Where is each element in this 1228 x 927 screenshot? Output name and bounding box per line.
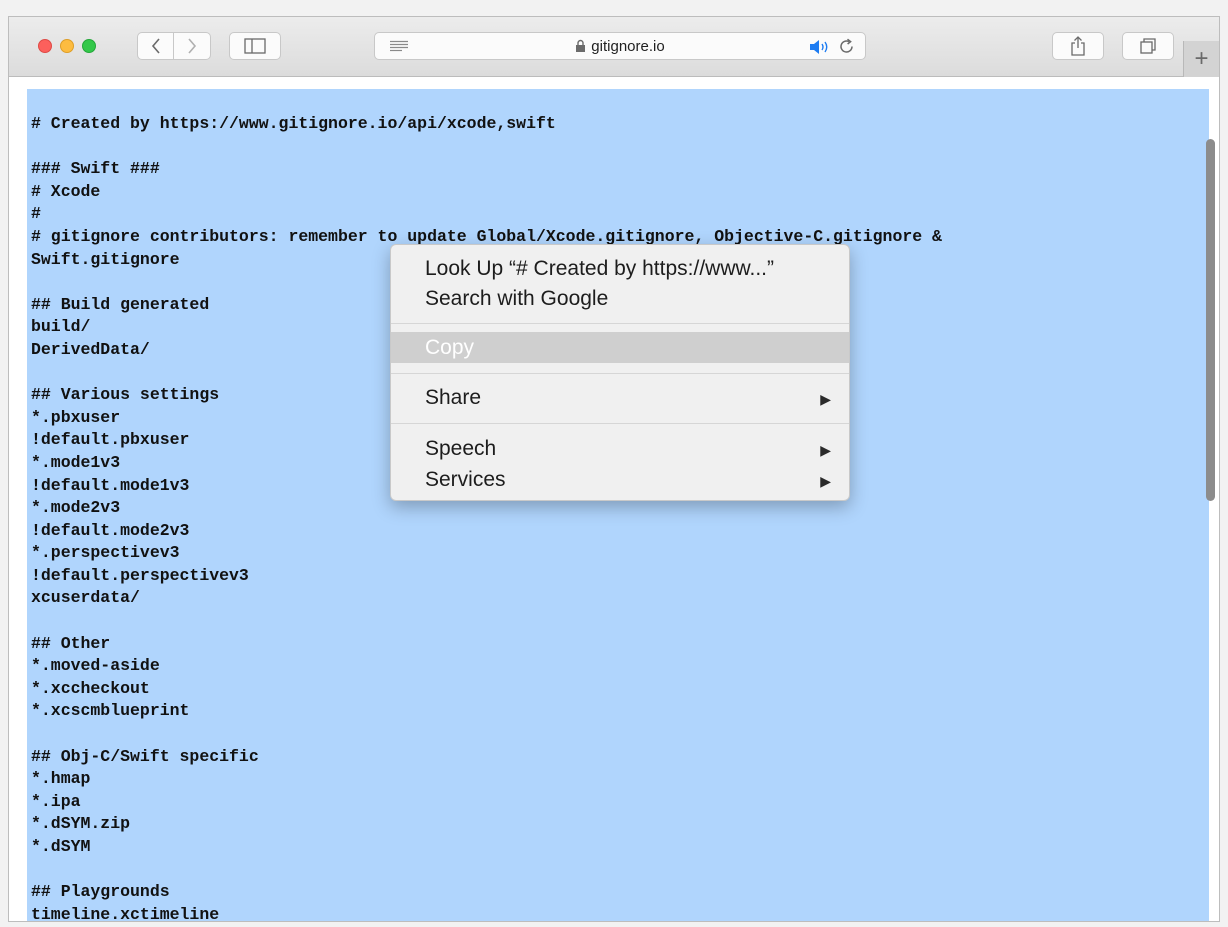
code-line: *.mode1v3	[31, 452, 121, 472]
code-line: Swift.gitignore	[31, 249, 180, 269]
address-bar[interactable]: gitignore.io	[374, 32, 866, 60]
code-line: *.pbxuser	[31, 407, 121, 427]
menu-item-search-label: Search with Google	[425, 287, 609, 310]
sidebar-icon	[244, 38, 266, 54]
menu-item-copy-label: Copy	[425, 336, 475, 359]
menu-separator	[391, 373, 849, 374]
code-line: ## Build generated	[31, 294, 210, 314]
code-line: !default.mode2v3	[31, 520, 190, 540]
zoom-window-button[interactable]	[82, 39, 96, 53]
code-line: *.xccheckout	[31, 678, 150, 698]
menu-item-share[interactable]: Share ▶	[391, 382, 849, 413]
lock-icon	[576, 39, 586, 52]
history-nav	[137, 32, 211, 60]
code-line: *.xcscmblueprint	[31, 701, 190, 721]
code-line: ## Obj-C/Swift specific	[31, 746, 259, 766]
address-domain: gitignore.io	[591, 38, 665, 55]
vertical-scrollbar[interactable]	[1206, 139, 1215, 501]
gitignore-text[interactable]: # Created by https://www.gitignore.io/ap…	[31, 113, 942, 922]
code-line: *.hmap	[31, 769, 91, 789]
code-line: *.moved-aside	[31, 656, 160, 676]
context-menu: Look Up “# Created by https://www...” Se…	[390, 244, 850, 501]
code-line: !default.mode1v3	[31, 475, 190, 495]
forward-button[interactable]	[174, 32, 211, 60]
reload-icon[interactable]	[838, 38, 855, 55]
minimize-window-button[interactable]	[60, 39, 74, 53]
menu-item-share-label: Share	[425, 386, 482, 409]
code-line: ## Various settings	[31, 385, 220, 405]
code-line: # Xcode	[31, 181, 101, 201]
submenu-arrow-icon: ▶	[820, 473, 831, 489]
code-line: build/	[31, 317, 91, 337]
menu-separator	[391, 423, 849, 424]
show-tabs-button[interactable]	[1122, 32, 1174, 60]
code-line: DerivedData/	[31, 339, 150, 359]
code-line: *.mode2v3	[31, 498, 121, 518]
share-icon	[1071, 36, 1085, 56]
code-line: !default.pbxuser	[31, 430, 190, 450]
menu-item-copy[interactable]: Copy	[391, 332, 849, 363]
chevron-right-icon	[188, 38, 197, 54]
speaker-icon[interactable]	[809, 39, 831, 55]
menu-item-speech[interactable]: Speech ▶	[391, 433, 849, 464]
menu-item-search-google[interactable]: Search with Google	[391, 283, 849, 314]
menu-item-speech-label: Speech	[425, 437, 497, 460]
code-line: xcuserdata/	[31, 588, 140, 608]
menu-item-look-up-label: Look Up “# Created by https://www...”	[425, 257, 774, 280]
back-button[interactable]	[137, 32, 174, 60]
menu-item-services-label: Services	[425, 468, 506, 491]
plus-icon: +	[1194, 45, 1209, 72]
code-line: #	[31, 204, 41, 224]
code-line: # Created by https://www.gitignore.io/ap…	[31, 114, 556, 133]
code-line: *.ipa	[31, 791, 81, 811]
browser-toolbar: gitignore.io +	[9, 17, 1219, 77]
menu-item-look-up[interactable]: Look Up “# Created by https://www...”	[391, 253, 849, 284]
menu-separator	[391, 323, 849, 324]
submenu-arrow-icon: ▶	[820, 442, 831, 458]
new-tab-button[interactable]: +	[1183, 41, 1219, 77]
code-line: ## Playgrounds	[31, 882, 170, 902]
code-line: ### Swift ###	[31, 159, 160, 179]
submenu-arrow-icon: ▶	[820, 391, 831, 407]
chevron-left-icon	[151, 38, 160, 54]
address-domain-wrap: gitignore.io	[375, 38, 865, 55]
sidebar-button[interactable]	[229, 32, 281, 60]
code-line: ## Other	[31, 633, 111, 653]
code-line: timeline.xctimeline	[31, 904, 220, 922]
close-window-button[interactable]	[38, 39, 52, 53]
code-line: *.perspectivev3	[31, 543, 180, 563]
code-line: !default.perspectivev3	[31, 565, 249, 585]
code-line: *.dSYM	[31, 837, 91, 856]
tabs-overview-icon	[1140, 38, 1156, 54]
code-line: *.dSYM.zip	[31, 814, 131, 834]
share-button[interactable]	[1052, 32, 1104, 60]
menu-item-services[interactable]: Services ▶	[391, 464, 849, 495]
